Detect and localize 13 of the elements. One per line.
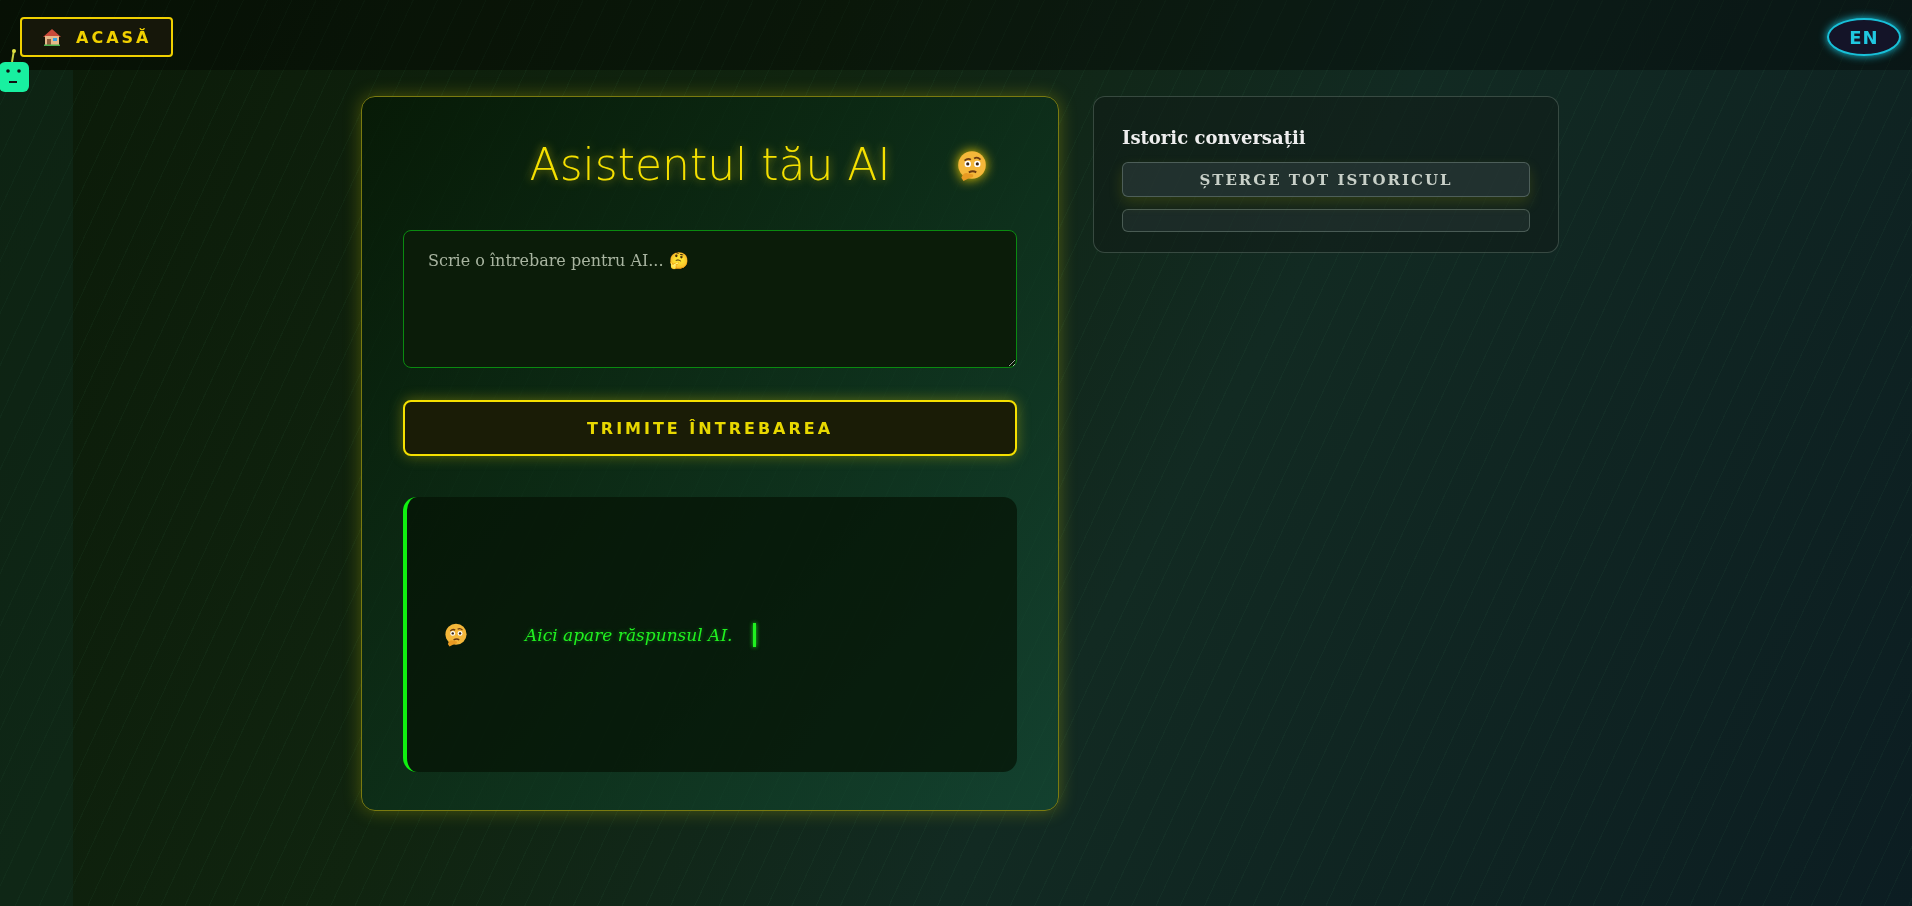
question-field[interactable]: Scrie o întrebare pentru AI... 🤔 <box>403 230 1017 368</box>
history-title: Istoric conversații <box>1122 127 1307 148</box>
thinking-face-icon <box>955 149 989 183</box>
text-cursor <box>752 622 756 647</box>
response-text: Aici apare răspunsul AI. <box>525 624 733 645</box>
home-button[interactable]: ACASĂ <box>20 17 174 57</box>
language-button[interactable]: EN <box>1827 18 1901 56</box>
thinking-face-icon <box>443 621 469 648</box>
robot-icon <box>0 48 30 92</box>
assistant-title: Asistentul tău AI <box>529 138 891 190</box>
send-button[interactable]: TRIMITE ÎNTREBAREA <box>403 400 1017 456</box>
clear-history-button[interactable]: ȘTERGE TOT ISTORICUL <box>1122 162 1530 197</box>
house-icon <box>42 28 62 46</box>
